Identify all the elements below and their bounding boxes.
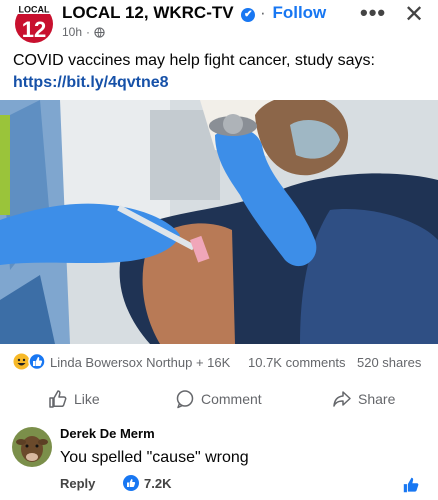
reaction-icons[interactable] <box>13 353 47 370</box>
reactions-summary[interactable]: Linda Bowersox Northup + 16K <box>50 355 230 370</box>
logo-text: LOCAL <box>19 5 50 15</box>
engagement-stats: Linda Bowersox Northup + 16K 10.7K comme… <box>0 352 438 372</box>
post-caption: COVID vaccines may help fight cancer, st… <box>13 50 428 94</box>
post-header: LOCAL 12 LOCAL 12, WKRC-TV ✔ · Follow 10… <box>0 0 438 48</box>
comment-label: Comment <box>201 391 262 407</box>
shares-count[interactable]: 520 shares <box>357 355 421 370</box>
article-link[interactable]: https://bit.ly/4qvtne8 <box>13 72 428 94</box>
top-comment: Derek De Merm You spelled "cause" wrong … <box>0 425 438 500</box>
comment-author[interactable]: Derek De Merm <box>60 426 155 441</box>
post-meta: 10h · <box>62 25 105 39</box>
meta-dot-separator: · <box>86 25 91 39</box>
post-photo[interactable] <box>0 100 438 344</box>
post-timestamp[interactable]: 10h <box>62 25 82 39</box>
page-name-row: LOCAL 12, WKRC-TV ✔ · Follow <box>62 3 326 23</box>
comment-text: You spelled "cause" wrong <box>60 449 249 466</box>
page-name-link[interactable]: LOCAL 12, WKRC-TV <box>62 3 234 22</box>
comment-bubble-icon <box>176 390 194 409</box>
vaccination-photo-illustration <box>0 100 438 344</box>
comments-count[interactable]: 10.7K comments <box>248 355 346 370</box>
more-options-icon[interactable]: ••• <box>360 0 386 26</box>
dot-separator: · <box>260 3 266 22</box>
thumbs-up-icon <box>49 390 67 408</box>
caption-text: COVID vaccines may help fight cancer, st… <box>13 52 375 69</box>
share-arrow-icon <box>333 391 351 407</box>
action-bar: Like Comment Share <box>0 385 438 417</box>
follow-button[interactable]: Follow <box>272 3 326 22</box>
commenter-avatar[interactable] <box>12 427 52 467</box>
close-icon[interactable]: ✕ <box>404 0 424 29</box>
comment-like-count[interactable]: 7.2K <box>123 475 171 491</box>
comment-like-thumb-icon[interactable] <box>402 476 420 494</box>
reply-button[interactable]: Reply <box>60 476 95 491</box>
verified-badge-icon: ✔ <box>241 8 256 22</box>
like-reaction-icon <box>123 475 139 491</box>
comment-likes-value: 7.2K <box>144 475 172 491</box>
comment-button[interactable]: Comment <box>175 389 262 409</box>
globe-icon <box>94 26 105 38</box>
like-button[interactable]: Like <box>48 389 100 409</box>
share-button[interactable]: Share <box>332 389 395 409</box>
share-label: Share <box>358 391 396 407</box>
logo-number: 12 <box>22 17 46 42</box>
local12-logo[interactable]: LOCAL 12 <box>11 2 57 44</box>
like-label: Like <box>74 391 100 407</box>
